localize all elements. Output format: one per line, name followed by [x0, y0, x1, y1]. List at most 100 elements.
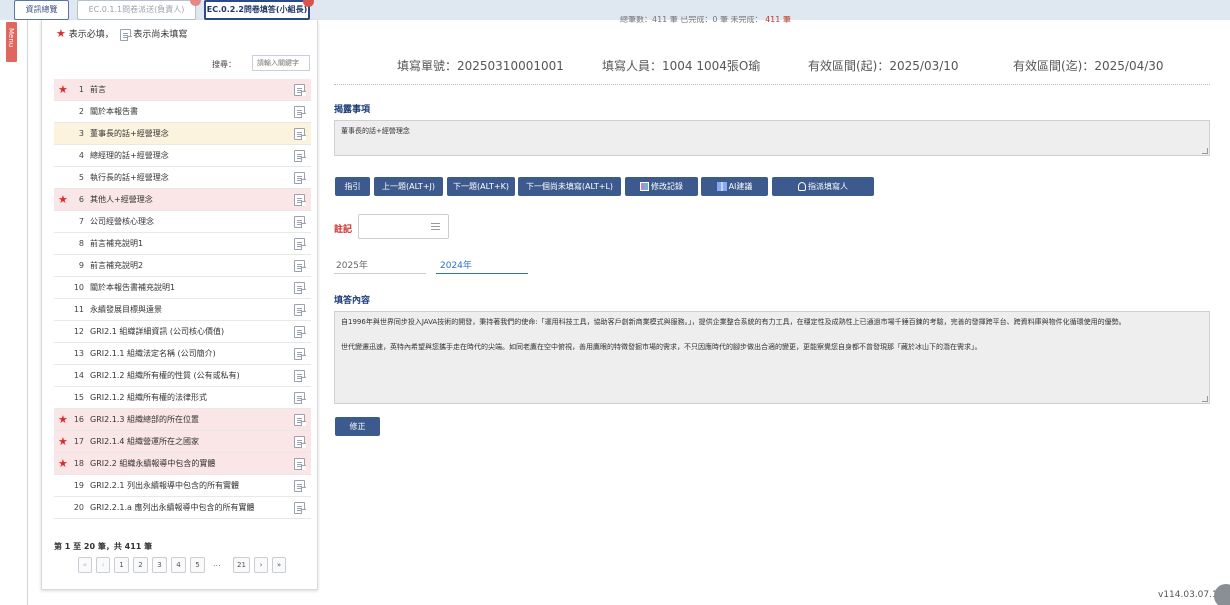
unfilled-doc-icon [294, 458, 306, 470]
prev-page-button[interactable]: ‹ [96, 557, 110, 573]
list-item[interactable]: ★ 16 GRI2.1.3 組織總部的所在位置 [54, 409, 311, 431]
last-page-button[interactable]: » [272, 557, 286, 573]
tab-year-2025[interactable]: 2025年 [336, 258, 368, 271]
next-question-button[interactable]: 下一題(ALT+K) [447, 177, 515, 196]
answer-title: 填答內容 [334, 296, 371, 306]
search-area: 搜尋： [42, 55, 317, 73]
question-number: 6 [78, 195, 84, 204]
question-title: GRI2.2.1 列出永續報導中包含的所有實體 [90, 481, 240, 490]
list-item[interactable]: ★ 17 GRI2.1.4 組織營運所在之國家 [54, 431, 311, 453]
page-button-2[interactable]: 2 [133, 557, 148, 573]
question-title: GRI2.1.3 組織總部的所在位置 [90, 415, 200, 424]
answer-paragraph: 自1996年與世界同步投入JAVA技術的開發，秉持著我們的使命:「運用科技工具，… [341, 318, 1126, 326]
list-item[interactable]: 7 公司經營核心理念 [54, 211, 311, 233]
correct-button[interactable]: 修正 [335, 417, 380, 436]
tab-year-2024[interactable]: 2024年 [440, 258, 472, 271]
answer-textarea[interactable]: 自1996年與世界同步投入JAVA技術的開發，秉持著我們的使命:「運用科技工具，… [334, 311, 1210, 404]
next-page-button[interactable]: › [254, 557, 268, 573]
question-number: 14 [73, 371, 84, 380]
required-star-icon: ★ [56, 27, 66, 40]
version-label: v114.03.07.1 [1158, 590, 1218, 600]
legend: ★ 表示必填， 表示尚未填寫 [56, 27, 188, 41]
tab-label: EC.0.2.2問卷填答(小組長) [206, 5, 308, 14]
history-button[interactable]: 修改記錄 [625, 177, 698, 196]
close-badge-icon[interactable] [190, 0, 201, 6]
question-number: 8 [78, 239, 84, 248]
question-title: GRI2.1.1 組織法定名稱 (公司簡介) [90, 349, 216, 358]
resize-handle-icon[interactable] [1202, 396, 1208, 402]
guide-button[interactable]: 指引 [335, 177, 370, 196]
page-button-3[interactable]: 3 [152, 557, 167, 573]
answer-paragraph: 世代變遷迅速，英特內希望與您攜手走在時代的尖端。如同老鷹在空中俯視，善用鷹眼的特… [341, 343, 982, 351]
question-list: ★ 1 前言 2 關於本報告書 3 董事長的話+經營理念 4 總經理的話+經營理念 5 執行長的話+… [54, 79, 311, 519]
unfilled-doc-icon [294, 392, 306, 404]
unfilled-doc-icon [294, 106, 306, 118]
valid-from: 有效區間(起)：2025/03/10 [808, 59, 959, 73]
list-item[interactable]: 13 GRI2.1.1 組織法定名稱 (公司簡介) [54, 343, 311, 365]
question-number: 10 [73, 283, 84, 292]
tab-overview[interactable]: 資訊總覽 [14, 0, 69, 20]
list-item[interactable]: ★ 18 GRI2.2 組織永續報導中包含的實體 [54, 453, 311, 475]
next-unfilled-button[interactable]: 下一個尚未填寫(ALT+L) [518, 177, 621, 196]
unfilled-doc-icon [294, 282, 306, 294]
unfilled-doc-icon [294, 260, 306, 272]
page-button-5[interactable]: 5 [190, 557, 205, 573]
question-number: 2 [78, 107, 84, 116]
question-number: 5 [78, 173, 84, 182]
question-title: 關於本報告書 [90, 107, 138, 116]
list-item[interactable]: ★ 6 其他人+經營理念 [54, 189, 311, 211]
menu-toggle[interactable]: Menu [6, 22, 17, 62]
list-item[interactable]: 12 GRI2.1 組織詳細資訊 (公司核心價值) [54, 321, 311, 343]
divider [27, 20, 28, 605]
resize-handle-icon[interactable] [1202, 148, 1208, 154]
list-item[interactable]: 15 GRI2.1.2 組織所有權的法律形式 [54, 387, 311, 409]
search-input[interactable] [252, 55, 310, 71]
tab-survey-dispatch[interactable]: EC.0.1.1問卷派送(負責人) [77, 0, 201, 20]
unfilled-doc-icon [294, 172, 306, 184]
tab-bar: 資訊總覽 EC.0.1.1問卷派送(負責人) EC.0.2.2問卷填答(小組長) [0, 0, 1230, 20]
list-item[interactable]: 14 GRI2.1.2 組織所有權的性質 (公有或私有) [54, 365, 311, 387]
list-item[interactable]: 8 前言補充說明1 [54, 233, 311, 255]
tab-underline [334, 273, 426, 274]
unfilled-doc-icon [119, 28, 132, 41]
question-title: GRI2.1.2 組織所有權的性質 (公有或私有) [90, 371, 240, 380]
question-number: 17 [73, 437, 84, 446]
disclosure-text: 董事長的話+經營理念 [341, 127, 410, 135]
page-button-1[interactable]: 1 [114, 557, 129, 573]
page-button-21[interactable]: 21 [233, 557, 250, 573]
list-item[interactable]: 11 永續發展目標與遠景 [54, 299, 311, 321]
first-page-button[interactable]: « [78, 557, 92, 573]
list-item[interactable]: 19 GRI2.2.1 列出永續報導中包含的所有實體 [54, 475, 311, 497]
disclosure-textarea[interactable]: 董事長的話+經營理念 [334, 120, 1210, 156]
unfilled-doc-icon [294, 348, 306, 360]
ai-suggest-button[interactable]: AI建議 [701, 177, 768, 196]
question-number: 11 [73, 305, 84, 314]
list-item[interactable]: 2 關於本報告書 [54, 101, 311, 123]
required-star-icon: ★ [58, 83, 68, 96]
unfilled-doc-icon [294, 436, 306, 448]
list-item[interactable]: 5 執行長的話+經營理念 [54, 167, 311, 189]
list-item[interactable]: 4 總經理的話+經營理念 [54, 145, 311, 167]
question-list-panel: ★ 表示必填， 表示尚未填寫 搜尋： ★ 1 前言 2 關於本報告書 3 董事長的話+經營理… [41, 20, 318, 590]
close-badge-icon[interactable] [303, 0, 314, 7]
list-item[interactable]: 20 GRI2.2.1.a 應列出永續報導中包含的所有實體 [54, 497, 311, 519]
required-star-icon: ★ [58, 435, 68, 448]
form-number: 填寫單號：20250310001001 [397, 59, 564, 73]
assign-filler-button[interactable]: 指派填寫人 [772, 177, 874, 196]
question-number: 19 [73, 481, 84, 490]
unfilled-doc-icon [294, 414, 306, 426]
scroll-top-icon[interactable] [1214, 584, 1230, 605]
list-item[interactable]: 3 董事長的話+經營理念 [54, 123, 311, 145]
unfilled-doc-icon [294, 216, 306, 228]
page-button-4[interactable]: 4 [171, 557, 186, 573]
question-title: 董事長的話+經營理念 [90, 129, 169, 138]
note-select[interactable] [358, 214, 449, 239]
disclosure-title: 揭露事項 [334, 105, 371, 115]
question-title: GRI2.1.2 組織所有權的法律形式 [90, 393, 208, 402]
prev-question-button[interactable]: 上一題(ALT+J) [374, 177, 443, 196]
list-item[interactable]: 9 前言補充說明2 [54, 255, 311, 277]
list-item[interactable]: 10 關於本報告書補充說明1 [54, 277, 311, 299]
tab-survey-answer[interactable]: EC.0.2.2問卷填答(小組長) [204, 0, 314, 20]
list-item[interactable]: ★ 1 前言 [54, 79, 311, 101]
question-title: 其他人+經營理念 [90, 195, 153, 204]
